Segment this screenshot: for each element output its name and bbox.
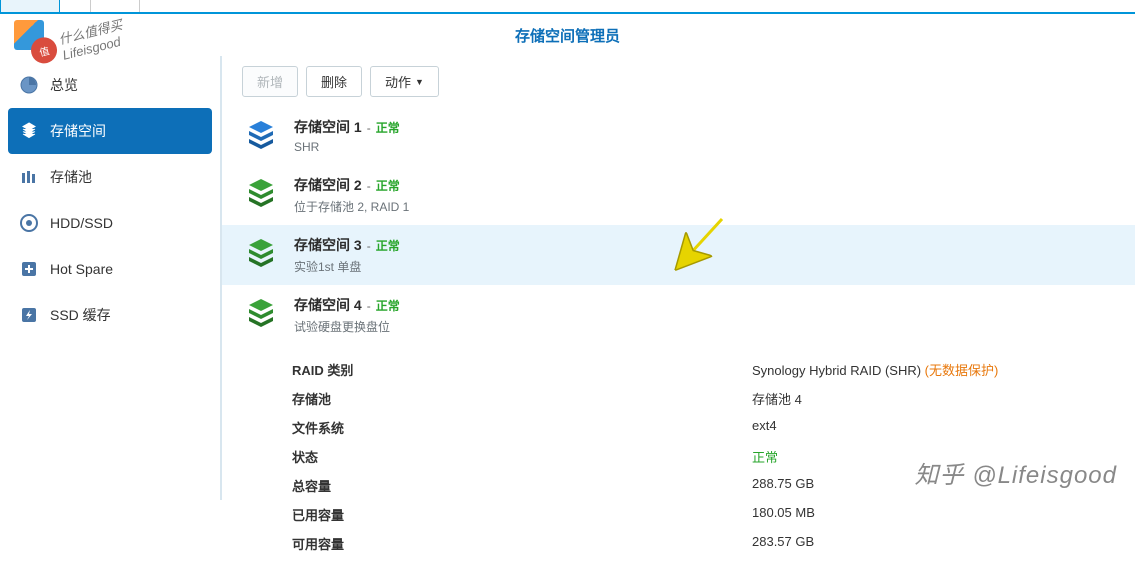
detail-row: RAID 类别 Synology Hybrid RAID (SHR) (无数据保… (292, 355, 1135, 384)
volume-item[interactable]: 存储空间 1 - 正常 SHR (222, 107, 1135, 165)
volume-status: 正常 (376, 119, 400, 136)
volume-stack-icon (242, 295, 280, 333)
detail-label: 可用容量 (292, 534, 752, 553)
volume-item[interactable]: 存储空间 4 - 正常 试验硬盘更换盘位 (222, 285, 1135, 345)
watermark-bottom: 知乎 @Lifeisgood (915, 455, 1117, 490)
pie-chart-icon (18, 74, 40, 96)
detail-row: 文件系统 ext4 (292, 413, 1135, 442)
sidebar-item-label: SSD 缓存 (50, 305, 111, 325)
volume-stack-icon (242, 117, 280, 155)
sidebar-item-hotspare[interactable]: Hot Spare (8, 246, 212, 292)
action-button[interactable]: 动作 ▼ (370, 66, 439, 97)
sidebar: 总览 存储空间 存储池 HDD/SSD Hot Spare (0, 56, 220, 500)
detail-row: 已用容量 180.05 MB (292, 500, 1135, 529)
taskbar (0, 0, 1135, 14)
bolt-icon (18, 304, 40, 326)
disk-icon (18, 212, 40, 234)
detail-value: 正常 (752, 447, 778, 466)
detail-value: Synology Hybrid RAID (SHR) (无数据保护) (752, 360, 998, 379)
sidebar-item-label: Hot Spare (50, 261, 113, 277)
window-title: 存储空间管理员 (515, 25, 620, 46)
chevron-down-icon: ▼ (415, 77, 424, 87)
detail-label: RAID 类别 (292, 360, 752, 379)
detail-label: 存储池 (292, 389, 752, 408)
volume-subtitle: 实验1st 单盘 (294, 258, 400, 275)
content-panel: 新增 删除 动作 ▼ 存储空间 1 - 正常 SHR (220, 56, 1135, 500)
sidebar-item-label: HDD/SSD (50, 215, 113, 231)
detail-label: 状态 (292, 447, 752, 466)
volume-status: 正常 (376, 297, 400, 314)
detail-label: 总容量 (292, 476, 752, 495)
sidebar-item-cache[interactable]: SSD 缓存 (8, 292, 212, 338)
detail-value: 283.57 GB (752, 534, 814, 553)
volume-subtitle: 位于存储池 2, RAID 1 (294, 198, 409, 215)
sidebar-item-label: 存储空间 (50, 121, 106, 141)
volume-title: 存储空间 4 (294, 295, 362, 315)
taskbar-tab[interactable] (0, 0, 60, 12)
volume-status: 正常 (376, 237, 400, 254)
detail-value: 存储池 4 (752, 389, 802, 408)
volume-title: 存储空间 2 (294, 175, 362, 195)
detail-label: 文件系统 (292, 418, 752, 437)
delete-button[interactable]: 删除 (306, 66, 362, 97)
volume-stack-icon (242, 175, 280, 213)
new-button: 新增 (242, 66, 298, 97)
volume-subtitle: 试验硬盘更换盘位 (294, 318, 400, 335)
detail-value: ext4 (752, 418, 777, 437)
sidebar-item-label: 存储池 (50, 167, 92, 187)
detail-row: 可用容量 283.57 GB (292, 529, 1135, 558)
sidebar-item-hdd[interactable]: HDD/SSD (8, 200, 212, 246)
taskbar-tab[interactable] (90, 0, 140, 12)
volume-title: 存储空间 3 (294, 235, 362, 255)
toolbar: 新增 删除 动作 ▼ (222, 66, 1135, 97)
detail-label: 已用容量 (292, 505, 752, 524)
sidebar-item-volume[interactable]: 存储空间 (8, 108, 212, 154)
sidebar-item-label: 总览 (50, 75, 78, 95)
volume-list: 存储空间 1 - 正常 SHR 存储空间 2 - 正常 (222, 107, 1135, 345)
volume-item[interactable]: 存储空间 2 - 正常 位于存储池 2, RAID 1 (222, 165, 1135, 225)
volume-title: 存储空间 1 (294, 117, 362, 137)
volume-status: 正常 (376, 177, 400, 194)
pool-icon (18, 166, 40, 188)
plus-icon (18, 258, 40, 280)
detail-value: 288.75 GB (752, 476, 814, 495)
window-header: 存储空间管理员 (0, 14, 1135, 56)
volume-subtitle: SHR (294, 140, 400, 154)
sidebar-item-pool[interactable]: 存储池 (8, 154, 212, 200)
volume-item[interactable]: 存储空间 3 - 正常 实验1st 单盘 (222, 225, 1135, 285)
detail-row: 存储池 存储池 4 (292, 384, 1135, 413)
detail-value: 180.05 MB (752, 505, 815, 524)
volume-icon (18, 120, 40, 142)
volume-stack-icon (242, 235, 280, 273)
